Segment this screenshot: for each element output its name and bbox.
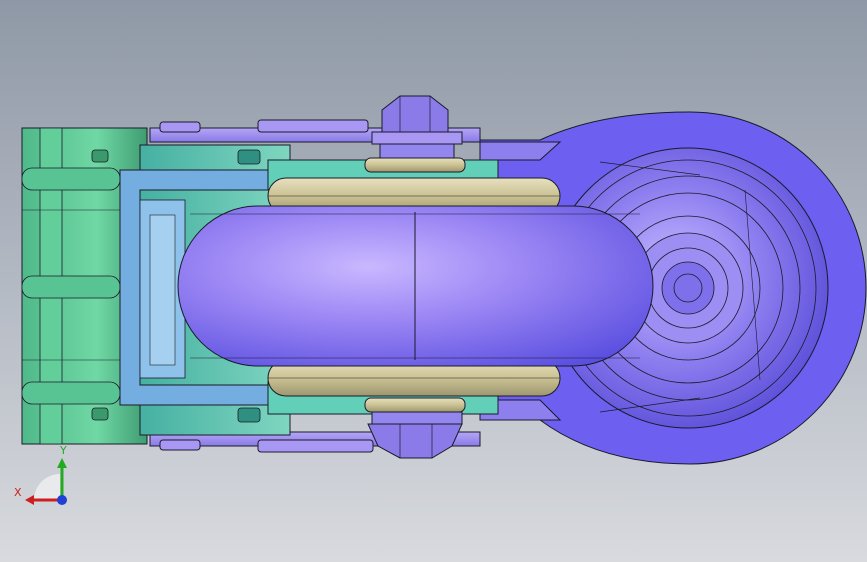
y-axis-label: Y [59, 444, 67, 457]
y-axis-arrowhead [57, 458, 67, 468]
z-axis-dot [57, 495, 67, 505]
axle-nut [364, 95, 466, 173]
wheel [177, 205, 654, 367]
cad-viewport[interactable]: Y X [0, 0, 867, 562]
x-axis-arrowhead [25, 495, 34, 505]
x-axis-label: X [14, 486, 22, 499]
caster-wheel-model[interactable] [0, 0, 867, 562]
axle-bolt-bottom [364, 397, 466, 459]
triad-plane [34, 474, 60, 500]
coordinate-triad: Y X [14, 444, 67, 505]
